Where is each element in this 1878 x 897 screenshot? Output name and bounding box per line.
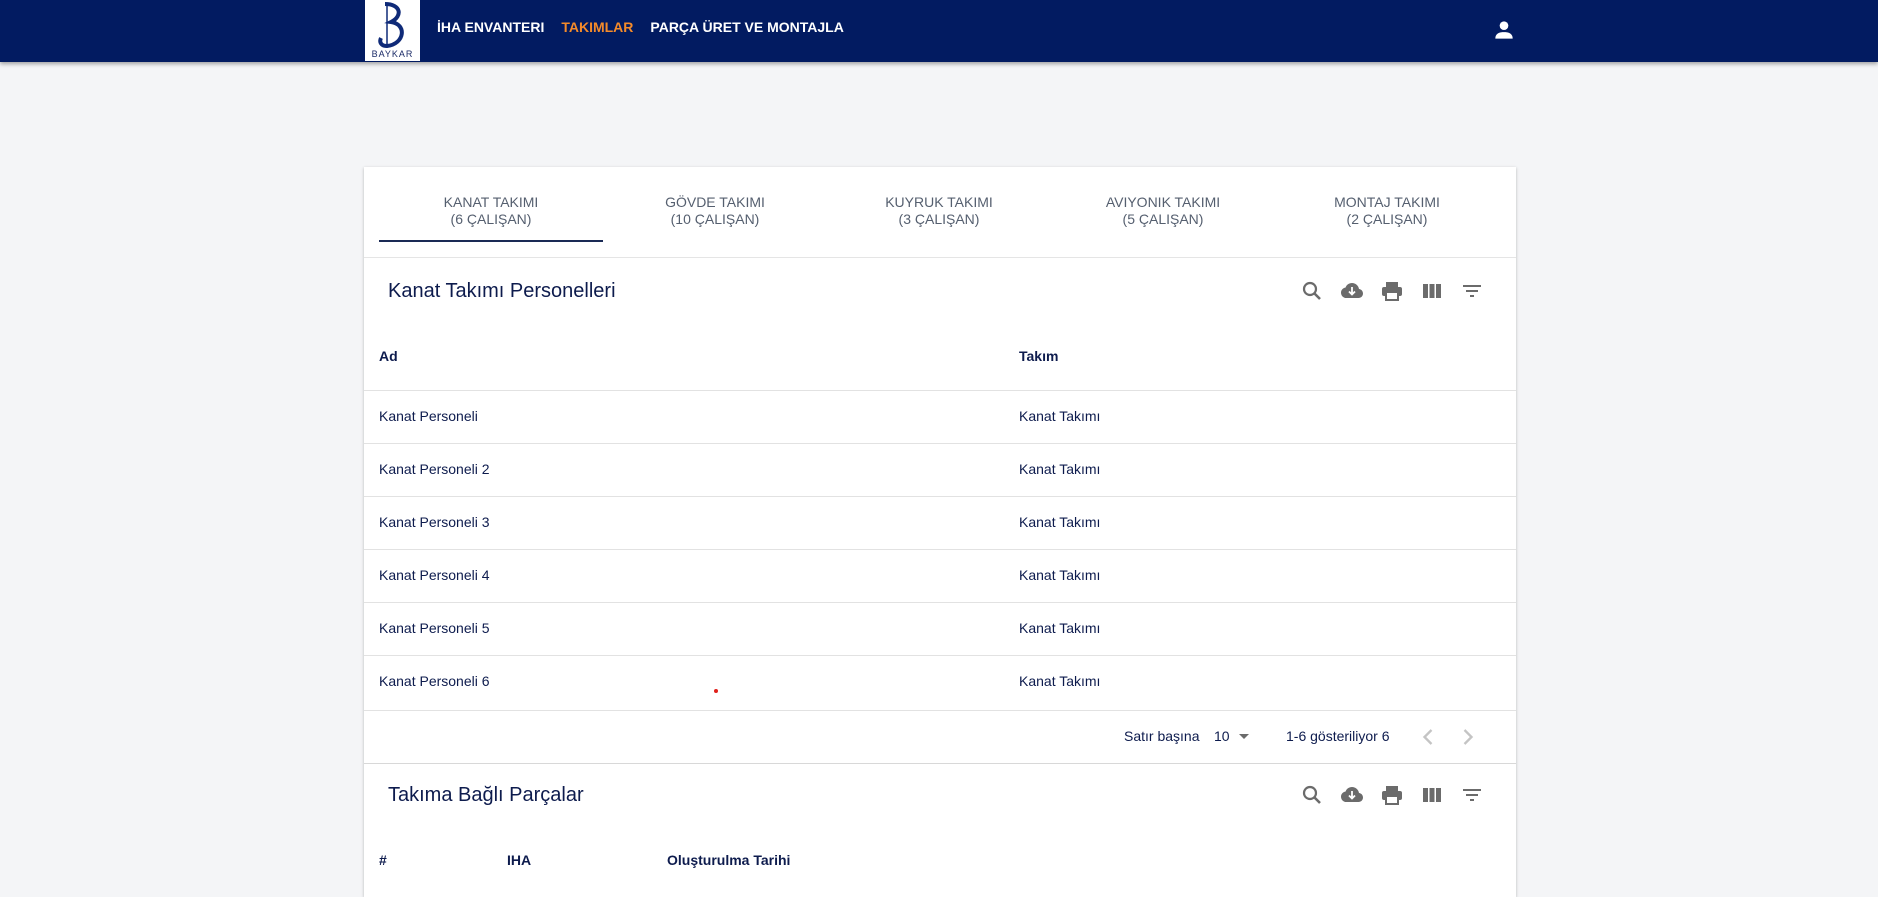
active-tab-indicator [379,240,603,242]
personnel-table-title: Kanat Takımı Personelleri [388,280,616,302]
next-page-icon[interactable] [1454,723,1482,751]
tab-count: (10 ÇALIŞAN) [670,211,760,227]
columns-icon[interactable] [1420,279,1444,303]
cell-takim: Kanat Takımı [1019,620,1101,636]
download-icon[interactable] [1340,279,1364,303]
rows-per-page-select[interactable]: 10 [1214,728,1251,744]
tab-label: MONTAJ TAKIMI [1334,194,1440,210]
pagination-range: 1-6 gösteriliyor 6 [1286,728,1390,744]
cell-takim: Kanat Takımı [1019,408,1101,424]
table-row[interactable]: Kanat Personeli Kanat Takımı [364,390,1516,443]
search-icon[interactable] [1300,783,1324,807]
nav-menu: İHA ENVANTERI TAKIMLAR PARÇA ÜRET VE MON… [437,18,844,36]
parts-table-title: Takıma Bağlı Parçalar [388,784,584,806]
filter-icon[interactable] [1460,783,1484,807]
baykar-logo[interactable]: BAYKAR [365,0,420,61]
previous-page-icon[interactable] [1414,723,1442,751]
tab-count: (6 ÇALIŞAN) [450,211,532,227]
nav-item-takimlar[interactable]: TAKIMLAR [561,18,633,36]
columns-icon[interactable] [1420,783,1444,807]
tab-label: KANAT TAKIMI [443,194,539,210]
table-row[interactable]: Kanat Personeli 5 Kanat Takımı [364,602,1516,655]
team-tabs: KANAT TAKIMI (6 ÇALIŞAN) GÖVDE TAKIMI (1… [364,167,1516,258]
cell-takim: Kanat Takımı [1019,461,1101,477]
cell-ad: Kanat Personeli 6 [379,673,490,689]
personnel-toolbar [1300,279,1484,303]
top-navbar: BAYKAR İHA ENVANTERI TAKIMLAR PARÇA ÜRET… [0,0,1878,62]
column-header-takim[interactable]: Takım [1019,348,1058,364]
rows-per-page-label: Satır başına [1124,728,1200,744]
table-row[interactable]: Kanat Personeli 2 Kanat Takımı [364,443,1516,496]
tab-label: KUYRUK TAKIMI [885,194,993,210]
cell-ad: Kanat Personeli 5 [379,620,490,636]
account-icon[interactable] [1491,17,1517,43]
tab-kanat-takimi[interactable]: KANAT TAKIMI (6 ÇALIŞAN) [379,194,603,228]
cell-ad: Kanat Personeli 2 [379,461,490,477]
teams-card: KANAT TAKIMI (6 ÇALIŞAN) GÖVDE TAKIMI (1… [364,167,1516,897]
tab-count: (3 ÇALIŞAN) [898,211,980,227]
chevron-down-icon [1239,734,1250,739]
tab-montaj-takimi[interactable]: MONTAJ TAKIMI (2 ÇALIŞAN) [1275,194,1499,228]
table-row[interactable]: Kanat Personeli 4 Kanat Takımı [364,549,1516,602]
column-header-olusturulma-tarihi[interactable]: Oluşturulma Tarihi [667,852,790,868]
cell-ad: Kanat Personeli 3 [379,514,490,530]
tab-count: (5 ÇALIŞAN) [1122,211,1204,227]
column-header-number[interactable]: # [379,852,387,868]
download-icon[interactable] [1340,783,1364,807]
print-icon[interactable] [1380,783,1404,807]
tab-aviyonik-takimi[interactable]: AVIYONIK TAKIMI (5 ÇALIŞAN) [1051,194,1275,228]
nav-item-parca-uret[interactable]: PARÇA ÜRET VE MONTAJLA [650,18,843,36]
tab-label: GÖVDE TAKIMI [665,194,765,210]
cell-takim: Kanat Takımı [1019,673,1101,689]
tab-kuyruk-takimi[interactable]: KUYRUK TAKIMI (3 ÇALIŞAN) [827,194,1051,228]
cell-ad: Kanat Personeli 4 [379,567,490,583]
nav-item-iha-envanteri[interactable]: İHA ENVANTERI [437,18,544,36]
print-icon[interactable] [1380,279,1404,303]
cell-takim: Kanat Takımı [1019,567,1101,583]
parts-toolbar [1300,783,1484,807]
logo-text: BAYKAR [371,49,414,59]
column-header-iha[interactable]: IHA [507,852,531,868]
column-header-ad[interactable]: Ad [379,348,398,364]
logo-mark-icon [378,2,404,49]
tab-govde-takimi[interactable]: GÖVDE TAKIMI (10 ÇALIŞAN) [603,194,827,228]
cell-takim: Kanat Takımı [1019,514,1101,530]
table-row[interactable]: Kanat Personeli 6 Kanat Takımı [364,655,1516,708]
tab-label: AVIYONIK TAKIMI [1105,194,1221,210]
cell-ad: Kanat Personeli [379,408,478,424]
personnel-pagination: Satır başına 10 1-6 gösteriliyor 6 [364,710,1516,764]
rows-per-page-value: 10 [1214,728,1230,744]
cursor-marker [714,689,718,693]
table-row[interactable]: Kanat Personeli 3 Kanat Takımı [364,496,1516,549]
search-icon[interactable] [1300,279,1324,303]
filter-icon[interactable] [1460,279,1484,303]
tab-count: (2 ÇALIŞAN) [1346,211,1428,227]
